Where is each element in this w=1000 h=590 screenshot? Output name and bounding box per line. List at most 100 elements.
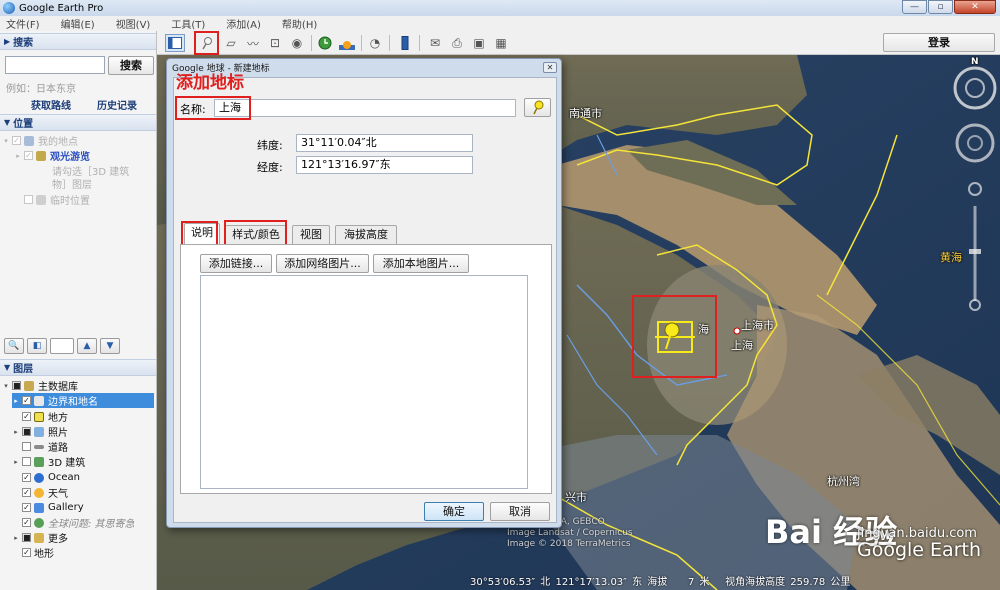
add-web-image-button[interactable]: 添加网络图片... (276, 254, 369, 273)
close-button[interactable]: ✕ (954, 0, 996, 14)
checkbox[interactable]: ✓ (22, 503, 31, 512)
historical-imagery-button[interactable] (315, 34, 335, 52)
ocean-icon (34, 472, 44, 483)
sunlight-button[interactable] (337, 34, 357, 52)
history-link[interactable]: 历史记录 (97, 97, 137, 112)
add-path-button[interactable]: 〰 (243, 34, 263, 52)
add-overlay-button[interactable]: ⊡ (265, 34, 285, 52)
toolbar: ▱ 〰 ⊡ ◉ ◔ ✉ ⎙ ▣ ▦ 登录 (157, 31, 1000, 55)
add-local-image-button[interactable]: 添加本地图片... (373, 254, 469, 273)
record-tour-button[interactable]: ◉ (287, 34, 307, 52)
ruler-button[interactable] (395, 34, 415, 52)
layer-label: Ocean (48, 472, 80, 483)
maximize-button[interactable]: ▫ (928, 0, 953, 14)
checkbox[interactable] (22, 442, 31, 451)
add-polygon-button[interactable]: ▱ (221, 34, 241, 52)
tab-view[interactable]: 视图 (292, 225, 330, 245)
placemark-icon-button[interactable] (524, 98, 551, 117)
layer-terrain[interactable]: ✓ 地形 (12, 545, 54, 560)
layer-primary-database[interactable]: ▾ ■ 主数据库 (2, 378, 78, 393)
dialog-close-button[interactable]: ✕ (543, 62, 557, 73)
layer-places[interactable]: ✓ 地方 (12, 409, 68, 424)
layer-weather[interactable]: ✓ 天气 (12, 485, 68, 500)
folder-icon (24, 135, 34, 146)
layer-photos[interactable]: ▸ ■ 照片 (12, 424, 68, 439)
layer-3d-buildings[interactable]: ▸ 3D 建筑 (12, 454, 85, 469)
google-earth-logo-icon (3, 2, 15, 14)
expand-icon: ▸ (14, 396, 18, 405)
place-sightseeing[interactable]: ▸ ✓ 观光游览 (14, 148, 90, 163)
expand-icon: ▸ (16, 151, 20, 160)
compass-north-label: N (971, 57, 979, 67)
map-label-xing-city: 兴市 (565, 491, 587, 504)
checkbox[interactable]: ✓ (12, 136, 21, 145)
pan-control-icon (955, 123, 995, 163)
save-image-button[interactable]: ▣ (469, 34, 489, 52)
navigation-controls[interactable] (952, 61, 998, 311)
menu-tools[interactable]: 工具(T) (171, 16, 205, 31)
move-down-button[interactable]: ▼ (100, 338, 120, 354)
polygon-icon: ▱ (226, 36, 236, 50)
credit-line: Image Landsat / Copernicus (507, 528, 633, 538)
places-filter-field[interactable] (50, 338, 74, 354)
checkbox[interactable]: ✓ (24, 151, 33, 160)
folder-icon (36, 150, 46, 161)
name-field[interactable]: 上海 (214, 99, 516, 117)
print-button[interactable]: ⎙ (447, 34, 467, 52)
move-up-button[interactable]: ▲ (77, 338, 97, 354)
layer-ocean[interactable]: ✓ Ocean (12, 470, 80, 485)
search-input[interactable] (5, 56, 105, 74)
place-icon (34, 411, 44, 422)
layer-global-awareness[interactable]: ✓ 全球问题: 其思寄急 (12, 515, 135, 530)
expand-icon: ▾ (4, 381, 8, 390)
checkbox[interactable] (24, 195, 33, 204)
checkbox[interactable]: ■ (22, 427, 31, 436)
status-bar: 30°53′06.53″ 北 121°17′13.03″ 东 海拔 7 米 视角… (470, 573, 850, 588)
place-label: 我的地点 (38, 137, 78, 148)
menu-view[interactable]: 视图(V) (116, 16, 151, 31)
search-button[interactable]: 搜索 (108, 56, 154, 75)
checkbox[interactable]: ✓ (22, 396, 31, 405)
places-panel-header[interactable]: ▼ 位置 (0, 114, 156, 131)
view-in-maps-button[interactable]: ▦ (491, 34, 511, 52)
cancel-button[interactable]: 取消 (490, 502, 550, 521)
add-link-button[interactable]: 添加链接... (200, 254, 272, 273)
latitude-field[interactable]: 31°11′0.04″北 (296, 134, 473, 152)
place-temporary[interactable]: 临时位置 (14, 192, 90, 207)
search-panel-header[interactable]: ▶ 搜索 (0, 33, 156, 50)
switch-planet-button[interactable]: ◔ (365, 34, 385, 52)
checkbox[interactable]: ■ (12, 381, 21, 390)
menu-file[interactable]: 文件(F) (6, 16, 40, 31)
layer-more[interactable]: ▸ ■ 更多 (12, 530, 68, 545)
print-icon: ⎙ (452, 35, 462, 50)
tab-altitude[interactable]: 海拔高度 (335, 225, 397, 245)
checkbox[interactable]: ✓ (22, 473, 31, 482)
longitude-field[interactable]: 121°13′16.97″东 (296, 156, 473, 174)
menu-add[interactable]: 添加(A) (226, 16, 261, 31)
checkbox[interactable]: ✓ (22, 488, 31, 497)
toggle-sidebar-button[interactable] (165, 34, 185, 52)
menu-edit[interactable]: 编辑(E) (61, 16, 95, 31)
latitude-label: 纬度: (257, 139, 283, 152)
menu-help[interactable]: 帮助(H) (282, 16, 317, 31)
checkbox[interactable]: ■ (22, 533, 31, 542)
panel-toggle-button[interactable]: ◧ (27, 338, 47, 354)
get-directions-link[interactable]: 获取路线 (31, 97, 71, 112)
minimize-button[interactable]: — (902, 0, 927, 14)
layers-panel-header[interactable]: ▼ 图层 (0, 359, 156, 376)
login-button[interactable]: 登录 (883, 33, 995, 52)
credit-line: Image © 2018 TerraMetrics (507, 539, 631, 549)
layer-gallery[interactable]: ✓ Gallery (12, 500, 84, 515)
checkbox[interactable]: ✓ (22, 548, 31, 557)
email-button[interactable]: ✉ (425, 34, 445, 52)
search-places-button[interactable]: 🔍 (4, 338, 24, 354)
ok-button[interactable]: 确定 (424, 502, 484, 521)
place-my-places[interactable]: ▾ ✓ 我的地点 (2, 133, 78, 148)
description-textarea[interactable] (200, 275, 528, 489)
flag-icon (34, 395, 44, 406)
checkbox[interactable] (22, 457, 31, 466)
checkbox[interactable]: ✓ (22, 412, 31, 421)
layer-roads[interactable]: 道路 (12, 439, 68, 454)
checkbox[interactable]: ✓ (22, 518, 31, 527)
layer-borders-labels[interactable]: ▸ ✓ 边界和地名 (12, 393, 154, 408)
